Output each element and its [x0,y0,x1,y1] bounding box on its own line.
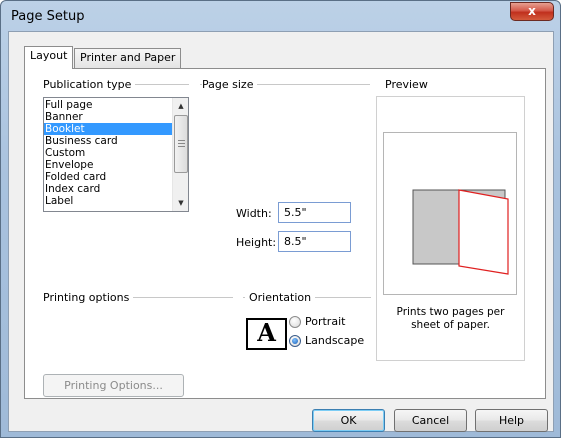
dialog-client-area: Layout Printer and Paper Publication typ… [8,31,554,432]
preview-caption: Prints two pages per sheet of paper. [377,306,524,332]
cancel-button[interactable]: Cancel [394,409,467,432]
list-scrollbar[interactable]: ▲ ▼ [172,98,188,211]
list-item[interactable]: Label [44,195,172,207]
window-title: Page Setup [11,9,85,24]
tab-printer-and-paper[interactable]: Printer and Paper [74,48,182,68]
list-item[interactable]: Custom [44,147,172,159]
page-setup-dialog: Page Setup x Layout Printer and Paper Pu… [0,0,561,438]
list-item[interactable]: Envelope [44,159,172,171]
preview-label: Preview [385,78,428,91]
height-label: Height: [236,236,277,249]
turning-page-icon [458,189,509,275]
close-button[interactable]: x [510,2,554,21]
height-field[interactable]: 8.5" [278,231,351,252]
preview-caption-line1: Prints two pages per [396,306,505,318]
publication-type-label: Publication type [43,78,136,91]
help-button[interactable]: Help [475,409,548,432]
printing-options-label: Printing options [43,291,134,304]
ok-button[interactable]: OK [312,409,385,432]
layout-tab-panel: Publication type Full page Banner Bookle… [24,68,546,399]
grip-icon [178,140,185,147]
width-label: Width: [236,207,272,220]
preview-frame [383,132,517,295]
preview-caption-line2: sheet of paper. [411,319,490,331]
title-bar[interactable]: Page Setup x [1,1,560,31]
landscape-label[interactable]: Landscape [305,334,364,347]
page-size-label: Page size [202,78,258,91]
printing-options-button[interactable]: Printing Options... [43,374,184,397]
booklet-preview-icon [412,189,509,275]
portrait-label[interactable]: Portrait [305,315,345,328]
orientation-label: Orientation [245,291,316,304]
list-item[interactable]: Banner [44,111,172,123]
portrait-radio[interactable] [289,316,301,328]
left-page-icon [412,189,460,265]
list-item-selected[interactable]: Booklet [44,123,172,135]
scroll-down-arrow-icon[interactable]: ▼ [173,195,188,211]
scroll-up-arrow-icon[interactable]: ▲ [173,98,188,114]
list-item[interactable]: Full page [44,99,172,111]
scroll-thumb[interactable] [174,115,188,173]
list-item[interactable]: Business card [44,135,172,147]
landscape-radio[interactable] [289,335,301,347]
tab-layout[interactable]: Layout [24,46,74,69]
list-item[interactable]: Folded card [44,171,172,183]
publication-type-list[interactable]: Full page Banner Booklet Business card C… [43,97,189,212]
orientation-preview-icon: A [246,318,287,350]
list-item[interactable]: Index card [44,183,172,195]
width-field[interactable]: 5.5" [278,202,351,223]
publication-type-items: Full page Banner Booklet Business card C… [44,99,172,207]
